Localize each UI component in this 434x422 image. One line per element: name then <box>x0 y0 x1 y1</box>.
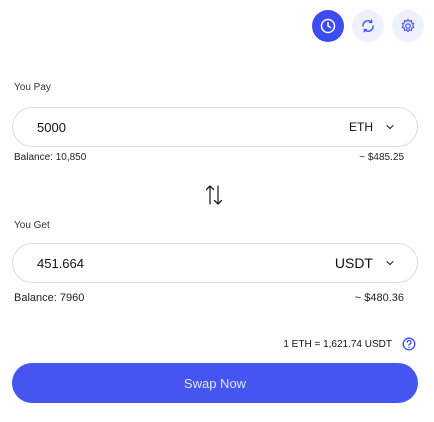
refresh-button[interactable] <box>352 10 384 42</box>
header-actions <box>312 10 424 42</box>
chevron-down-icon <box>386 124 394 130</box>
pay-usd-value: ~ $485.25 <box>359 152 404 163</box>
chevron-down-icon <box>386 260 394 266</box>
history-icon <box>320 18 336 34</box>
history-button[interactable] <box>312 10 344 42</box>
pay-balance: Balance: 10,850 <box>14 152 87 163</box>
pay-label: You Pay <box>14 82 51 93</box>
get-token-symbol: USDT <box>334 255 373 271</box>
get-label: You Get <box>14 220 50 231</box>
get-token-selector[interactable]: USDT <box>335 255 395 271</box>
get-field: USDT <box>12 243 418 283</box>
exchange-rate: 1 ETH = 1,621.74 USDT <box>283 338 392 350</box>
refresh-icon <box>362 19 374 33</box>
get-usd-value: ~ $480.36 <box>354 292 404 304</box>
pay-field: ETH <box>12 107 418 147</box>
settings-icon <box>401 18 415 33</box>
pay-token-symbol: ETH <box>349 120 373 134</box>
swap-now-button[interactable]: Swap Now <box>12 363 418 403</box>
pay-token-selector[interactable]: ETH <box>349 120 395 134</box>
get-balance: Balance: 7960 <box>14 292 85 304</box>
help-icon[interactable] <box>402 337 416 351</box>
settings-button[interactable] <box>392 10 424 42</box>
pay-amount-input[interactable] <box>37 119 237 135</box>
swap-direction-icon[interactable] <box>203 182 225 208</box>
rate-row: 1 ETH = 1,621.74 USDT <box>283 337 416 351</box>
pay-info-row: Balance: 10,850 ~ $485.25 <box>14 152 418 163</box>
get-amount-input[interactable] <box>37 255 237 271</box>
get-info-row: Balance: 7960 ~ $480.36 <box>14 292 418 304</box>
